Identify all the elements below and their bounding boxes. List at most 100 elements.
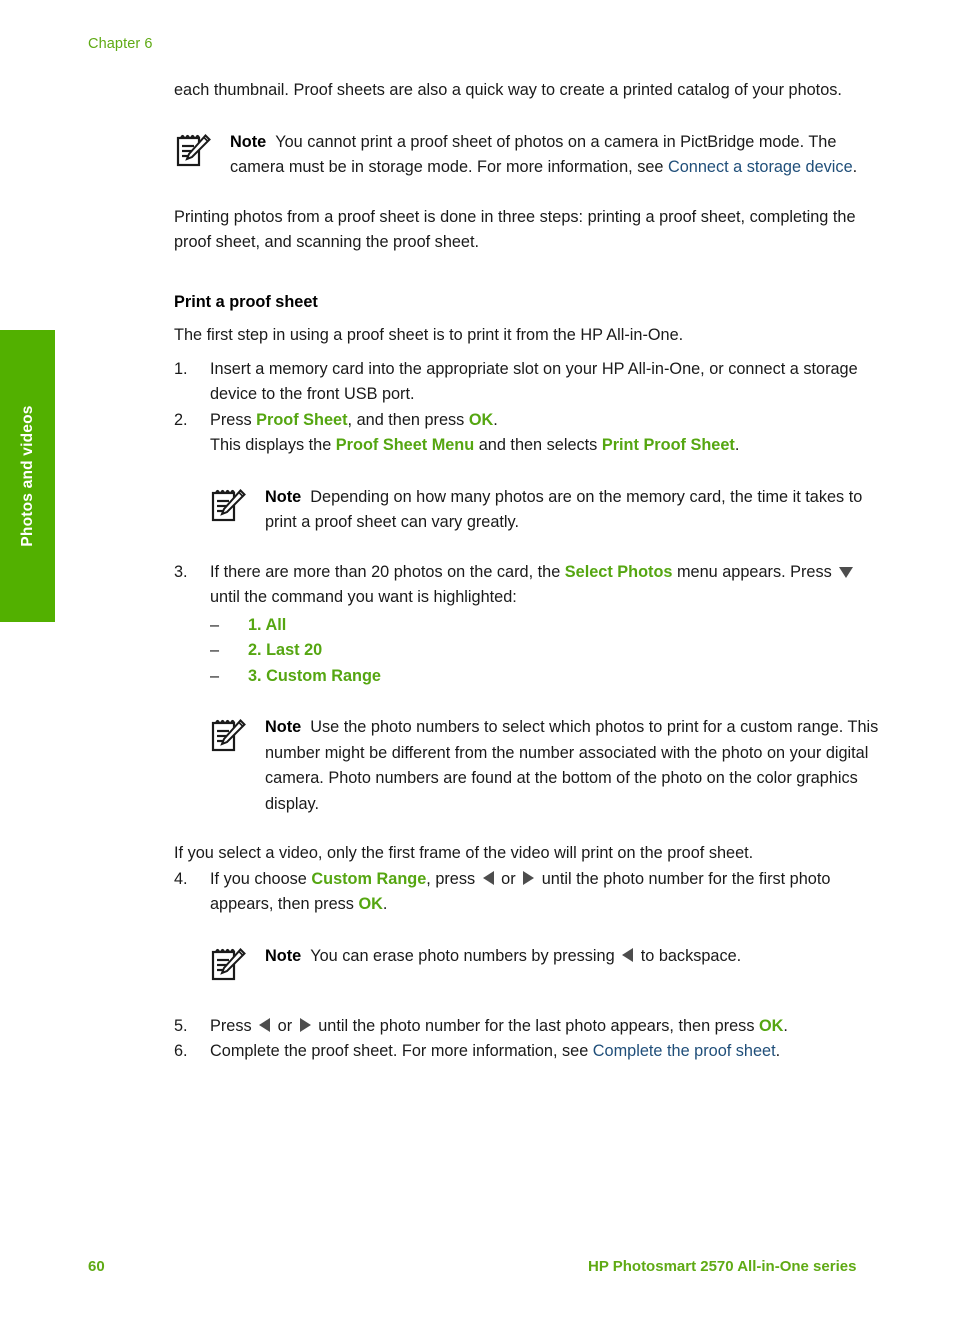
step-6-text-end: . — [775, 1042, 781, 1060]
step-number: 5. — [174, 1016, 188, 1035]
footer-product-name: HP Photosmart 2570 All-in-One series — [588, 1258, 857, 1275]
steps-list-c: If you select a video, only the first fr… — [174, 841, 880, 918]
step-number: 2. — [174, 410, 188, 429]
three-steps-paragraph: Printing photos from a proof sheet is do… — [174, 207, 856, 252]
select-photos-options: – 1. All – 2. Last 20 – 3. Custom Range — [210, 613, 880, 690]
keyword-select-photos: Select Photos — [564, 562, 673, 581]
document-page: Chapter 6 Photos and videos each thumbna… — [0, 0, 954, 1321]
step-4-or: or — [496, 869, 521, 888]
step-5-text-mid: until the photo number for the last phot… — [313, 1016, 759, 1035]
keyword-custom-range: Custom Range — [311, 869, 427, 888]
link-complete-the-proof-sheet[interactable]: Complete the proof sheet — [593, 1042, 776, 1060]
dash-bullet: – — [210, 641, 220, 659]
step-4: 4. If you choose Custom Range, press or … — [174, 867, 880, 918]
dash-bullet: – — [210, 615, 220, 634]
keyword-ok: OK — [358, 895, 383, 913]
step-5: 5. Press or until the photo number for t… — [174, 1014, 880, 1040]
option-all[interactable]: – 1. All — [210, 613, 880, 639]
note-text: Note Use the photo numbers to select whi… — [265, 713, 880, 817]
arrow-right-icon — [299, 1017, 311, 1032]
keyword-proof-sheet-menu: Proof Sheet Menu — [335, 436, 475, 454]
step-number: 1. — [174, 359, 188, 378]
note-pencil-icon — [176, 133, 211, 166]
keyword-print-proof-sheet: Print Proof Sheet — [601, 436, 735, 454]
step-3: 3. If there are more than 20 photos on t… — [174, 560, 880, 690]
step-1: 1. Insert a memory card into the appropr… — [174, 357, 880, 408]
link-connect-a-storage-device[interactable]: Connect a storage device — [668, 158, 853, 176]
step-2-text-mid: , and then press — [347, 410, 469, 429]
note-block-print-time: Note Depending on how many photos are on… — [209, 483, 880, 536]
step-text: Press or until the photo number for the … — [210, 1014, 880, 1040]
note-text: Note Depending on how many photos are on… — [265, 483, 880, 536]
step-4-text-mid1: , press — [426, 869, 480, 888]
step-3-text-end: until the command you want is highlighte… — [210, 588, 517, 606]
step-5-text-pre: Press — [210, 1016, 257, 1035]
note-text-post: . — [852, 158, 858, 176]
step-2-text-pre: Press — [210, 410, 257, 429]
intro-paragraph: each thumbnail. Proof sheets are also a … — [174, 81, 842, 99]
step-6-text-pre: Complete the proof sheet. For more infor… — [210, 1042, 593, 1060]
note-pencil-icon — [211, 719, 246, 752]
arrow-right-icon — [523, 870, 535, 885]
option-last-20[interactable]: – 2. Last 20 — [210, 638, 880, 664]
note-pencil-icon — [211, 947, 246, 980]
note-label: Note — [265, 487, 302, 506]
step-3-text-post: menu appears. Press — [672, 562, 837, 581]
note-text-post: to backspace. — [636, 946, 742, 965]
dash-bullet: – — [210, 666, 220, 685]
arrow-down-icon — [839, 566, 854, 578]
step-5-text-end: . — [783, 1016, 788, 1035]
note-block-pictbridge: Note You cannot print a proof sheet of p… — [174, 128, 880, 181]
option-custom-range[interactable]: – 3. Custom Range — [210, 664, 880, 690]
step-4-text-end: . — [382, 895, 388, 913]
chapter-label: Chapter 6 — [88, 36, 153, 52]
step-2b-text-pre: This displays the — [210, 436, 336, 454]
step-text: Insert a memory card into the appropriat… — [210, 359, 858, 404]
note-label: Note — [230, 132, 267, 151]
note-text-body: Use the photo numbers to select which ph… — [265, 718, 879, 813]
step-number: 4. — [174, 869, 188, 888]
side-tab-photos-and-videos: Photos and videos — [0, 330, 55, 622]
arrow-left-icon — [622, 947, 634, 962]
step-text: Complete the proof sheet. For more infor… — [210, 1039, 880, 1065]
option-label: 1. All — [248, 615, 287, 634]
note-block-erase-photo-numbers: Note You can erase photo numbers by pres… — [209, 942, 880, 984]
side-tab-label: Photos and videos — [18, 405, 36, 547]
steps-list-b: 3. If there are more than 20 photos on t… — [174, 560, 880, 690]
section-heading-print-a-proof-sheet: Print a proof sheet — [174, 292, 318, 311]
note-text-pre: You can erase photo numbers by pressing — [310, 946, 620, 965]
step-text: If there are more than 20 photos on the … — [210, 560, 880, 690]
note-text: Note You can erase photo numbers by pres… — [265, 942, 741, 970]
note-text-body: Depending on how many photos are on the … — [265, 487, 863, 532]
arrow-left-icon — [259, 1017, 271, 1032]
footer-page-number: 60 — [88, 1258, 105, 1275]
steps-list-d: 5. Press or until the photo number for t… — [174, 1014, 880, 1065]
step-4-text-pre: If you choose — [210, 869, 312, 888]
video-paragraph: If you select a video, only the first fr… — [174, 844, 754, 862]
steps-list-a: 1. Insert a memory card into the appropr… — [174, 357, 880, 459]
step-2-text-end: . — [493, 410, 498, 429]
step-3-text-pre: If there are more than 20 photos on the … — [210, 562, 565, 581]
step-text: Press Proof Sheet, and then press OK. Th… — [210, 408, 880, 459]
keyword-ok: OK — [759, 1016, 784, 1035]
note-block-photo-numbers: Note Use the photo numbers to select whi… — [209, 713, 880, 817]
option-label: 3. Custom Range — [248, 666, 381, 685]
step-2: 2. Press Proof Sheet, and then press OK.… — [174, 408, 880, 459]
first-step-paragraph: The first step in using a proof sheet is… — [174, 326, 684, 344]
step-2b-text-mid: and then selects — [474, 436, 602, 454]
step-2b-text-end: . — [734, 436, 740, 454]
step-number: 3. — [174, 562, 188, 581]
step-5-or: or — [273, 1016, 297, 1035]
step-text: If you choose Custom Range, press or unt… — [210, 867, 880, 918]
keyword-ok: OK — [468, 410, 494, 429]
step-number: 6. — [174, 1042, 188, 1060]
arrow-left-icon — [482, 870, 494, 885]
keyword-proof-sheet: Proof Sheet — [256, 410, 348, 429]
option-label: 2. Last 20 — [248, 641, 323, 659]
note-text: Note You cannot print a proof sheet of p… — [230, 128, 880, 181]
step-6: 6. Complete the proof sheet. For more in… — [174, 1039, 880, 1065]
note-label: Note — [265, 946, 302, 965]
note-pencil-icon — [211, 488, 246, 521]
page-content: each thumbnail. Proof sheets are also a … — [174, 78, 880, 1065]
note-label: Note — [265, 718, 302, 736]
